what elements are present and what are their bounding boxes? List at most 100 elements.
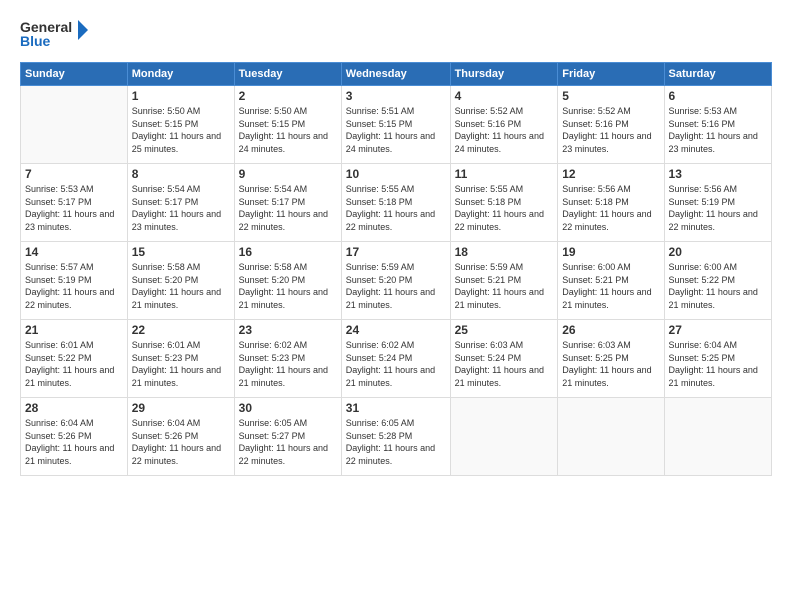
day-info: Sunrise: 6:05 AMSunset: 5:28 PMDaylight:… xyxy=(346,417,446,467)
day-number: 15 xyxy=(132,245,230,259)
calendar-cell: 1 Sunrise: 5:50 AMSunset: 5:15 PMDaylight… xyxy=(127,86,234,164)
day-number: 31 xyxy=(346,401,446,415)
calendar-cell: 5 Sunrise: 5:52 AMSunset: 5:16 PMDaylight… xyxy=(558,86,664,164)
calendar-cell: 22Sunrise: 6:01 AMSunset: 5:23 PMDayligh… xyxy=(127,320,234,398)
logo-svg: GeneralBlue xyxy=(20,16,90,52)
calendar-cell: 19 Sunrise: 6:00 AMSunset: 5:21 PMDayligh… xyxy=(558,242,664,320)
day-number: 3 xyxy=(346,89,446,103)
day-info: Sunrise: 5:51 AMSunset: 5:15 PMDaylight:… xyxy=(346,105,446,155)
day-number: 4 xyxy=(455,89,554,103)
day-info: Sunrise: 6:04 AMSunset: 5:25 PMDaylight:… xyxy=(669,339,767,389)
day-number: 6 xyxy=(669,89,767,103)
calendar-cell xyxy=(558,398,664,476)
day-info: Sunrise: 6:00 AMSunset: 5:22 PMDaylight:… xyxy=(669,261,767,311)
day-number: 10 xyxy=(346,167,446,181)
day-info: Sunrise: 5:54 AMSunset: 5:17 PMDaylight:… xyxy=(239,183,337,233)
svg-text:Blue: Blue xyxy=(20,33,51,49)
calendar-cell: 4Sunrise: 5:52 AMSunset: 5:16 PMDaylight… xyxy=(450,86,558,164)
day-number: 26 xyxy=(562,323,659,337)
day-info: Sunrise: 5:53 AMSunset: 5:17 PMDaylight:… xyxy=(25,183,123,233)
weekday-header: Monday xyxy=(127,63,234,86)
calendar-cell xyxy=(664,398,771,476)
calendar-cell: 25 Sunrise: 6:03 AMSunset: 5:24 PMDayligh… xyxy=(450,320,558,398)
weekday-header: Thursday xyxy=(450,63,558,86)
calendar-cell: 20 Sunrise: 6:00 AMSunset: 5:22 PMDayligh… xyxy=(664,242,771,320)
weekday-header: Friday xyxy=(558,63,664,86)
day-info: Sunrise: 5:56 AMSunset: 5:19 PMDaylight:… xyxy=(669,183,767,233)
calendar-cell: 26 Sunrise: 6:03 AMSunset: 5:25 PMDayligh… xyxy=(558,320,664,398)
day-info: Sunrise: 6:03 AMSunset: 5:24 PMDaylight:… xyxy=(455,339,554,389)
day-info: Sunrise: 5:50 AMSunset: 5:15 PMDaylight:… xyxy=(132,105,230,155)
day-number: 9 xyxy=(239,167,337,181)
day-number: 21 xyxy=(25,323,123,337)
day-info: Sunrise: 5:55 AMSunset: 5:18 PMDaylight:… xyxy=(346,183,446,233)
day-number: 16 xyxy=(239,245,337,259)
day-number: 12 xyxy=(562,167,659,181)
day-info: Sunrise: 5:54 AMSunset: 5:17 PMDaylight:… xyxy=(132,183,230,233)
day-info: Sunrise: 6:04 AMSunset: 5:26 PMDaylight:… xyxy=(25,417,123,467)
day-number: 23 xyxy=(239,323,337,337)
header-row: SundayMondayTuesdayWednesdayThursdayFrid… xyxy=(21,63,772,86)
day-number: 25 xyxy=(455,323,554,337)
logo: GeneralBlue xyxy=(20,16,90,52)
calendar-table: SundayMondayTuesdayWednesdayThursdayFrid… xyxy=(20,62,772,476)
day-info: Sunrise: 6:00 AMSunset: 5:21 PMDaylight:… xyxy=(562,261,659,311)
calendar-cell: 7Sunrise: 5:53 AMSunset: 5:17 PMDaylight… xyxy=(21,164,128,242)
day-number: 13 xyxy=(669,167,767,181)
day-info: Sunrise: 5:55 AMSunset: 5:18 PMDaylight:… xyxy=(455,183,554,233)
day-info: Sunrise: 5:53 AMSunset: 5:16 PMDaylight:… xyxy=(669,105,767,155)
day-info: Sunrise: 6:03 AMSunset: 5:25 PMDaylight:… xyxy=(562,339,659,389)
day-info: Sunrise: 5:57 AMSunset: 5:19 PMDaylight:… xyxy=(25,261,123,311)
calendar-cell xyxy=(21,86,128,164)
table-row: 21 Sunrise: 6:01 AMSunset: 5:22 PMDayligh… xyxy=(21,320,772,398)
day-info: Sunrise: 5:59 AMSunset: 5:21 PMDaylight:… xyxy=(455,261,554,311)
calendar-cell: 6 Sunrise: 5:53 AMSunset: 5:16 PMDaylight… xyxy=(664,86,771,164)
day-number: 1 xyxy=(132,89,230,103)
day-number: 28 xyxy=(25,401,123,415)
day-info: Sunrise: 5:59 AMSunset: 5:20 PMDaylight:… xyxy=(346,261,446,311)
calendar-cell: 9 Sunrise: 5:54 AMSunset: 5:17 PMDaylight… xyxy=(234,164,341,242)
day-number: 2 xyxy=(239,89,337,103)
page: GeneralBlue SundayMondayTuesdayWednesday… xyxy=(0,0,792,612)
day-info: Sunrise: 6:05 AMSunset: 5:27 PMDaylight:… xyxy=(239,417,337,467)
weekday-header: Tuesday xyxy=(234,63,341,86)
day-info: Sunrise: 5:52 AMSunset: 5:16 PMDaylight:… xyxy=(562,105,659,155)
day-number: 24 xyxy=(346,323,446,337)
table-row: 28 Sunrise: 6:04 AMSunset: 5:26 PMDayligh… xyxy=(21,398,772,476)
day-info: Sunrise: 6:02 AMSunset: 5:23 PMDaylight:… xyxy=(239,339,337,389)
day-info: Sunrise: 6:01 AMSunset: 5:22 PMDaylight:… xyxy=(25,339,123,389)
day-info: Sunrise: 5:56 AMSunset: 5:18 PMDaylight:… xyxy=(562,183,659,233)
calendar-cell: 27 Sunrise: 6:04 AMSunset: 5:25 PMDayligh… xyxy=(664,320,771,398)
calendar-cell: 12 Sunrise: 5:56 AMSunset: 5:18 PMDayligh… xyxy=(558,164,664,242)
weekday-header: Sunday xyxy=(21,63,128,86)
calendar-cell: 14 Sunrise: 5:57 AMSunset: 5:19 PMDayligh… xyxy=(21,242,128,320)
day-number: 27 xyxy=(669,323,767,337)
day-number: 14 xyxy=(25,245,123,259)
calendar-cell: 23 Sunrise: 6:02 AMSunset: 5:23 PMDayligh… xyxy=(234,320,341,398)
day-number: 18 xyxy=(455,245,554,259)
calendar-cell: 11 Sunrise: 5:55 AMSunset: 5:18 PMDayligh… xyxy=(450,164,558,242)
day-number: 19 xyxy=(562,245,659,259)
weekday-header: Saturday xyxy=(664,63,771,86)
calendar-cell xyxy=(450,398,558,476)
table-row: 7Sunrise: 5:53 AMSunset: 5:17 PMDaylight… xyxy=(21,164,772,242)
header: GeneralBlue xyxy=(20,16,772,52)
calendar-cell: 8Sunrise: 5:54 AMSunset: 5:17 PMDaylight… xyxy=(127,164,234,242)
table-row: 14 Sunrise: 5:57 AMSunset: 5:19 PMDayligh… xyxy=(21,242,772,320)
day-number: 20 xyxy=(669,245,767,259)
day-number: 11 xyxy=(455,167,554,181)
day-number: 17 xyxy=(346,245,446,259)
calendar-cell: 30 Sunrise: 6:05 AMSunset: 5:27 PMDayligh… xyxy=(234,398,341,476)
calendar-cell: 21 Sunrise: 6:01 AMSunset: 5:22 PMDayligh… xyxy=(21,320,128,398)
day-number: 30 xyxy=(239,401,337,415)
calendar-cell: 3 Sunrise: 5:51 AMSunset: 5:15 PMDaylight… xyxy=(341,86,450,164)
calendar-cell: 29Sunrise: 6:04 AMSunset: 5:26 PMDayligh… xyxy=(127,398,234,476)
day-number: 5 xyxy=(562,89,659,103)
day-info: Sunrise: 6:01 AMSunset: 5:23 PMDaylight:… xyxy=(132,339,230,389)
day-info: Sunrise: 6:02 AMSunset: 5:24 PMDaylight:… xyxy=(346,339,446,389)
day-info: Sunrise: 5:50 AMSunset: 5:15 PMDaylight:… xyxy=(239,105,337,155)
calendar-cell: 15 Sunrise: 5:58 AMSunset: 5:20 PMDayligh… xyxy=(127,242,234,320)
day-info: Sunrise: 5:58 AMSunset: 5:20 PMDaylight:… xyxy=(239,261,337,311)
calendar-cell: 31 Sunrise: 6:05 AMSunset: 5:28 PMDayligh… xyxy=(341,398,450,476)
day-info: Sunrise: 5:58 AMSunset: 5:20 PMDaylight:… xyxy=(132,261,230,311)
